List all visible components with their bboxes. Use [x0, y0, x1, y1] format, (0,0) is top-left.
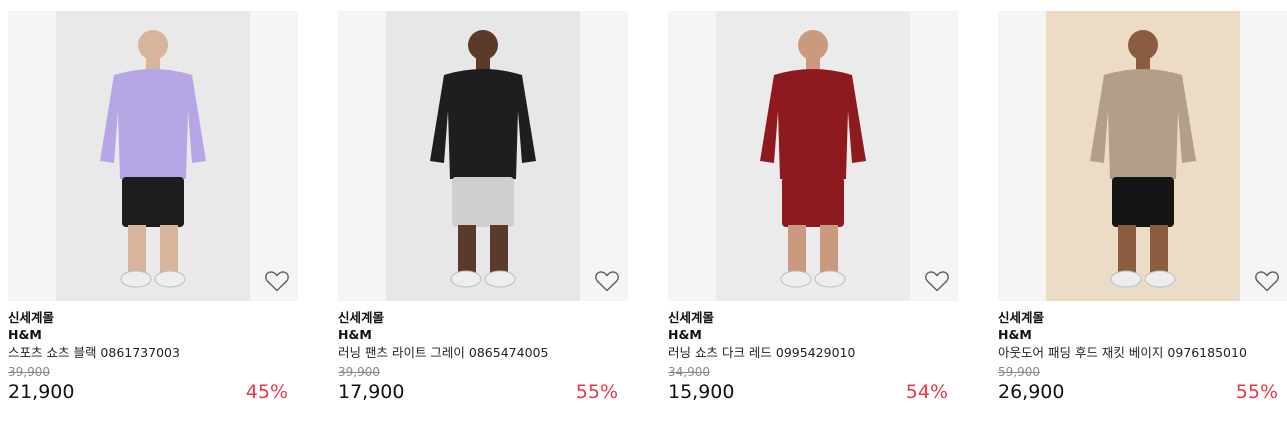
product-image[interactable]	[998, 11, 1287, 301]
product-photo	[386, 11, 580, 301]
original-price: 59,900	[998, 365, 1040, 379]
discount-rate: 55%	[575, 381, 618, 403]
brand-name: H&M	[668, 327, 702, 342]
brand-name: H&M	[8, 327, 42, 342]
discount-rate: 55%	[1235, 381, 1278, 403]
product-card[interactable]: 신세계몰 H&M 스포츠 쇼츠 블랙 0861737003 39,900 21,…	[8, 11, 298, 405]
brand-name: H&M	[998, 327, 1032, 342]
product-image[interactable]	[8, 11, 298, 301]
product-photo	[716, 11, 910, 301]
discount-rate: 45%	[245, 381, 288, 403]
original-price: 39,900	[338, 365, 380, 379]
sale-price: 21,900	[8, 381, 75, 403]
product-grid: 신세계몰 H&M 스포츠 쇼츠 블랙 0861737003 39,900 21,…	[0, 0, 1287, 432]
product-photo	[1046, 11, 1240, 301]
product-image[interactable]	[668, 11, 958, 301]
product-name[interactable]: 러닝 팬츠 라이트 그레이 0865474005	[338, 343, 628, 364]
product-info: 신세계몰 H&M 스포츠 쇼츠 블랙 0861737003 39,900 21,…	[8, 301, 298, 405]
product-info: 신세계몰 H&M 러닝 팬츠 라이트 그레이 0865474005 39,900…	[338, 301, 628, 405]
model-illustration	[386, 11, 580, 301]
model-illustration	[1046, 11, 1240, 301]
mall-name: 신세계몰	[8, 310, 55, 325]
discount-rate: 54%	[905, 381, 948, 403]
original-price: 34,900	[668, 365, 710, 379]
product-card[interactable]: 신세계몰 H&M 러닝 쇼츠 다크 레드 0995429010 34,900 1…	[668, 11, 958, 405]
product-name[interactable]: 스포츠 쇼츠 블랙 0861737003	[8, 343, 298, 364]
model-illustration	[56, 11, 250, 301]
heart-outline-icon[interactable]	[924, 269, 950, 293]
price-row: 21,900 45%	[8, 379, 298, 405]
product-name[interactable]: 러닝 쇼츠 다크 레드 0995429010	[668, 343, 958, 364]
mall-name: 신세계몰	[668, 310, 715, 325]
heart-outline-icon[interactable]	[594, 269, 620, 293]
product-info: 신세계몰 H&M 러닝 쇼츠 다크 레드 0995429010 34,900 1…	[668, 301, 958, 405]
mall-name: 신세계몰	[998, 310, 1045, 325]
product-image[interactable]	[338, 11, 628, 301]
heart-outline-icon[interactable]	[1254, 269, 1280, 293]
model-illustration	[716, 11, 910, 301]
product-photo	[56, 11, 250, 301]
product-name[interactable]: 아웃도어 패딩 후드 재킷 베이지 0976185010	[998, 343, 1287, 364]
heart-outline-icon[interactable]	[264, 269, 290, 293]
original-price: 39,900	[8, 365, 50, 379]
price-row: 17,900 55%	[338, 379, 628, 405]
product-card[interactable]: 신세계몰 H&M 아웃도어 패딩 후드 재킷 베이지 0976185010 59…	[998, 11, 1287, 405]
sale-price: 26,900	[998, 381, 1065, 403]
sale-price: 17,900	[338, 381, 405, 403]
mall-name: 신세계몰	[338, 310, 385, 325]
price-row: 15,900 54%	[668, 379, 958, 405]
price-row: 26,900 55%	[998, 379, 1287, 405]
brand-name: H&M	[338, 327, 372, 342]
product-card[interactable]: 신세계몰 H&M 러닝 팬츠 라이트 그레이 0865474005 39,900…	[338, 11, 628, 405]
product-info: 신세계몰 H&M 아웃도어 패딩 후드 재킷 베이지 0976185010 59…	[998, 301, 1287, 405]
sale-price: 15,900	[668, 381, 735, 403]
